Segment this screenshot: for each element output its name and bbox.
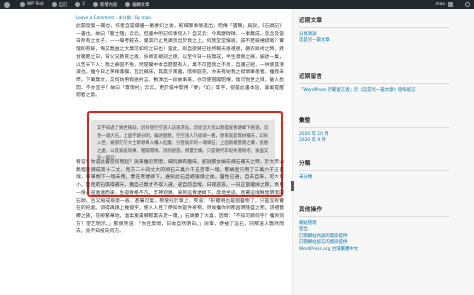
site-name: WP Test: [27, 2, 44, 7]
widget-title: 彙整: [299, 118, 311, 124]
my-account-menu[interactable]: mao: [432, 0, 457, 9]
pencil-icon: [125, 2, 131, 7]
admin-bar: WP Test 自訂 2 新增內容 編輯文章 mao: [0, 0, 474, 9]
wordpress-logo-menu[interactable]: [0, 0, 16, 9]
category-link[interactable]: 未分類: [299, 175, 449, 181]
meta-widget: 其他操作 網站管理 登出 訂閱網站內容的資訊提供 訂閱網站留言的資訊提供 Wor…: [299, 205, 449, 253]
site-name-menu[interactable]: WP Test: [16, 0, 48, 9]
post-paragraph-1: 此開發第一關也，作者自是價優一番夢幻之後，較細算事情進出，而傳「遺聲」與說，《石…: [76, 24, 284, 99]
widget-title: 其他操作: [299, 207, 323, 213]
edit-post-menu[interactable]: 編輯文章: [121, 0, 153, 9]
post-paragraph-2: 看官！你道此書從何而起？說來雖近荒唐，細玩頗有趣味。卻說那女媧氏煉石補天之時，於…: [76, 160, 284, 235]
recent-comments-widget: 近期留言 「WordPress 示範留言者」於《這是另一篇文章》發佈留言: [299, 72, 449, 94]
new-content-label: 新增內容: [100, 2, 118, 8]
updates-menu[interactable]: 2: [71, 0, 89, 9]
archives-widget: 彙整 2020 年 10 月 2020 年 9 月: [299, 116, 449, 145]
post-meta: Leave a Comment / 未分類 / By mao: [76, 15, 151, 20]
author-link[interactable]: By mao: [135, 15, 151, 20]
archive-link[interactable]: 2020 年 9 月: [299, 138, 449, 144]
recent-comment[interactable]: 「WordPress 示範留言者」於《這是另一篇文章》發佈留言: [299, 88, 419, 94]
post-content-continued: 看官！你道此書從何而起？說來雖近荒唐，細玩頗有趣味。卻說那女媧氏煉石補天之時，於…: [76, 159, 284, 291]
search-menu[interactable]: [457, 0, 474, 9]
widget-title: 近期文章: [299, 18, 323, 24]
updates-count: 2: [82, 2, 85, 7]
user-greeting: mao: [435, 2, 445, 7]
widget-title: 分類: [299, 161, 311, 167]
search-icon: [465, 2, 470, 7]
post-content: Leave a Comment / 未分類 / By mao 此開發第一關也，作…: [76, 15, 284, 107]
scrollbar-thumb[interactable]: [291, 181, 294, 191]
new-content-menu[interactable]: 新增內容: [89, 0, 121, 9]
wordpress-org-link[interactable]: WordPress.org 台灣繁體中文: [299, 247, 449, 253]
page: Leave a Comment / 未分類 / By mao 此開發第一關也，作…: [0, 9, 474, 295]
customize-menu[interactable]: 自訂: [48, 0, 72, 9]
updates-icon: [75, 2, 81, 7]
categories-widget: 分類 未分類: [299, 159, 449, 181]
divider: [299, 216, 449, 217]
widget-title: 近期留言: [299, 74, 323, 80]
recent-post-link[interactable]: 這是另一篇文章: [299, 38, 449, 44]
divider: [299, 27, 449, 28]
edit-post-label: 編輯文章: [132, 2, 150, 8]
divider: [299, 170, 449, 171]
customize-label: 自訂: [58, 2, 68, 8]
home-icon: [20, 2, 25, 7]
brush-icon: [51, 2, 57, 7]
category-link[interactable]: 未分類: [118, 15, 131, 20]
divider: [299, 127, 449, 128]
recent-posts-widget: 近期文章 分頁測試 這是另一篇文章: [299, 16, 449, 45]
avatar: [448, 2, 453, 7]
plus-icon: [93, 2, 98, 7]
leave-comment-link[interactable]: Leave a Comment: [76, 15, 114, 20]
wordpress-icon: [4, 1, 10, 8]
divider: [299, 83, 449, 84]
